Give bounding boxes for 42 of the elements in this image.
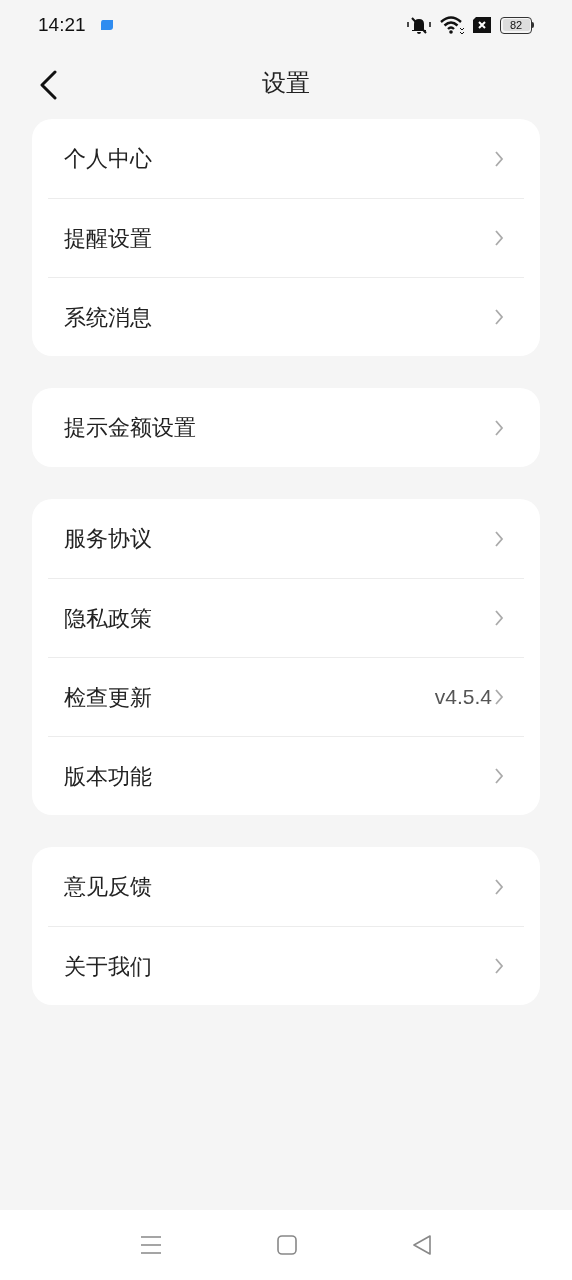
back-nav-icon[interactable] xyxy=(412,1235,432,1255)
settings-item[interactable]: 意见反馈 xyxy=(48,847,524,926)
item-label: 服务协议 xyxy=(64,525,153,553)
settings-item[interactable]: 隐私政策 xyxy=(48,578,524,657)
chevron-right-icon xyxy=(494,529,504,548)
item-label: 个人中心 xyxy=(64,145,153,173)
chevron-right-icon xyxy=(494,877,504,896)
settings-item[interactable]: 提示金额设置 xyxy=(48,388,524,467)
settings-item[interactable]: 系统消息 xyxy=(48,277,524,356)
status-time: 14:21 xyxy=(38,12,86,37)
settings-item[interactable]: 关于我们 xyxy=(48,926,524,1005)
no-sim-icon xyxy=(472,16,492,34)
item-label: 隐私政策 xyxy=(64,604,153,633)
item-label: 系统消息 xyxy=(64,303,153,332)
battery-icon: 82 xyxy=(500,16,534,34)
settings-item[interactable]: 检查更新 v4.5.4 xyxy=(48,657,524,736)
chevron-right-icon xyxy=(494,609,504,627)
muted-bell-icon xyxy=(406,15,432,35)
chevron-right-icon xyxy=(494,229,504,247)
item-label: 提醒设置 xyxy=(64,224,153,253)
settings-item[interactable]: 版本功能 xyxy=(48,736,524,815)
settings-item[interactable]: 提醒设置 xyxy=(48,198,524,277)
chevron-right-icon xyxy=(494,957,504,975)
chevron-right-icon xyxy=(494,149,504,168)
menu-icon[interactable] xyxy=(140,1235,162,1255)
chevron-right-icon xyxy=(494,308,504,326)
chevron-right-icon xyxy=(494,767,504,785)
page-title: 设置 xyxy=(262,68,310,98)
back-icon[interactable] xyxy=(38,70,58,100)
item-label: 检查更新 xyxy=(64,683,153,712)
app-notification-icon xyxy=(99,18,114,32)
chevron-right-icon xyxy=(494,688,504,706)
item-label: 版本功能 xyxy=(64,762,153,791)
version-value: v4.5.4 xyxy=(434,684,492,711)
settings-item[interactable]: 个人中心 xyxy=(48,119,524,198)
chevron-right-icon xyxy=(494,418,504,437)
wifi-icon xyxy=(440,15,464,35)
item-label: 关于我们 xyxy=(64,952,153,981)
item-label: 意见反馈 xyxy=(64,873,153,901)
settings-item[interactable]: 服务协议 xyxy=(48,499,524,578)
item-label: 提示金额设置 xyxy=(64,414,197,442)
home-icon[interactable] xyxy=(277,1235,297,1255)
